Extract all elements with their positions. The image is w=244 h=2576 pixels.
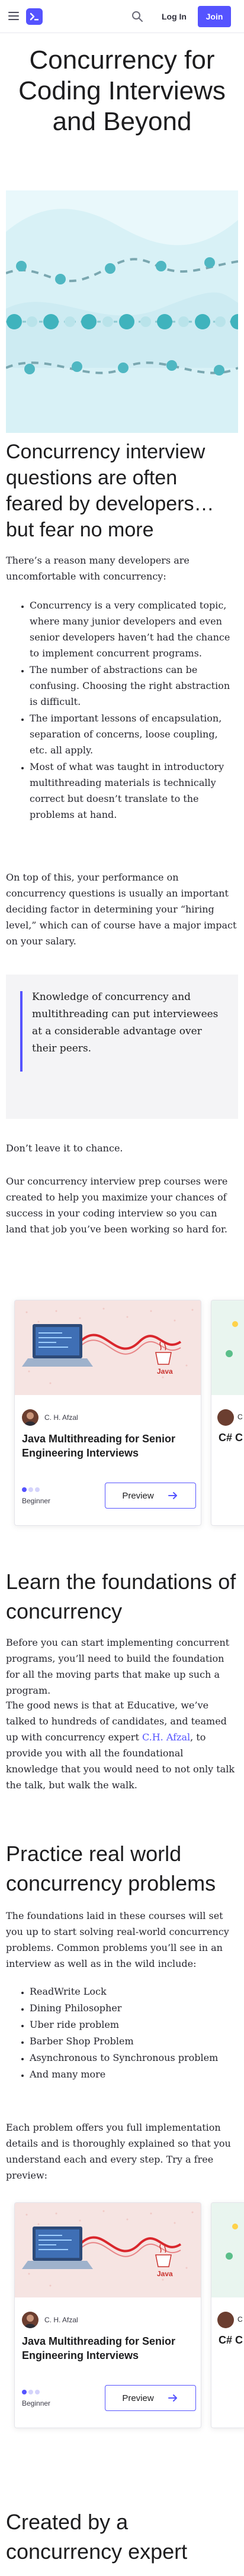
- list-item: Uber ride problem: [30, 2017, 238, 2033]
- course-thumbnail: [211, 2203, 244, 2297]
- course-thumbnail: Java: [15, 1300, 201, 1395]
- hero-illustration: [6, 190, 238, 433]
- level-indicator: [22, 1487, 40, 1492]
- course-thumbnail: [211, 1300, 244, 1395]
- peek-author-initial: C: [237, 2315, 243, 2323]
- list-item: ReadWrite Lock: [30, 1983, 238, 1999]
- list-item: Asynchronous to Synchronous problem: [30, 2050, 238, 2066]
- section-heading-expert: Created by a concurrency expert: [6, 2510, 188, 2564]
- peek-course-title: C# C: [219, 1432, 243, 1444]
- login-button[interactable]: Log In: [155, 7, 193, 26]
- peek-author-initial: C: [237, 1413, 243, 1421]
- search-icon[interactable]: [131, 11, 143, 22]
- avatar: [22, 1409, 38, 1426]
- top-nav: Log In Join: [0, 0, 244, 33]
- course-card[interactable]: Java C. H. Afzal Java Multithreading for…: [14, 1300, 201, 1526]
- avatar: [217, 2312, 234, 2328]
- preview-button[interactable]: Preview: [105, 1483, 196, 1509]
- course-author: C. H. Afzal: [22, 1409, 78, 1426]
- course-thumbnail: Java: [15, 2203, 201, 2297]
- join-button[interactable]: Join: [198, 6, 231, 27]
- list-item: Concurrency is a very complicated topic,…: [30, 597, 238, 661]
- list-item: Most of what was taught in introductory …: [30, 759, 238, 823]
- preview-button[interactable]: Preview: [105, 2385, 196, 2411]
- course-card[interactable]: Java C. H. Afzal Java Multithreading for…: [14, 2202, 201, 2428]
- list-item: The number of abstractions can be confus…: [30, 662, 238, 710]
- course-card-next[interactable]: C C# C: [211, 2202, 244, 2428]
- java-logo-text: Java: [157, 2270, 173, 2278]
- list-item: Barber Shop Problem: [30, 2033, 238, 2049]
- course-card-next[interactable]: C C# C: [211, 1300, 244, 1526]
- intro-paragraph: On top of this, your performance on conc…: [6, 872, 237, 947]
- preview-label: Preview: [122, 2393, 154, 2403]
- author-name[interactable]: C. H. Afzal: [44, 1413, 78, 1422]
- hamburger-menu-icon[interactable]: [8, 12, 19, 20]
- level-label: Beginner: [22, 1497, 51, 1505]
- educative-logo-icon[interactable]: [26, 8, 43, 25]
- peek-course-title: C# C: [219, 2334, 243, 2346]
- section-heading-foundations: Learn the foundations of concurrency: [6, 1569, 236, 1623]
- course-title[interactable]: Java Multithreading for Senior Engineeri…: [22, 1432, 197, 1460]
- section-heading-fear: Concurrency interview questions are ofte…: [6, 441, 214, 541]
- practice-paragraph: The foundations laid in these courses wi…: [6, 1910, 229, 1969]
- java-logo-text: Java: [157, 1367, 173, 1376]
- list-item: Dining Philosopher: [30, 2000, 238, 2016]
- arrow-right-icon: [168, 1492, 177, 1499]
- section-heading-practice: Practice real world concurrency problems: [6, 1842, 216, 1895]
- expert-link[interactable]: C.H. Afzal: [142, 1732, 190, 1743]
- course-author: C. H. Afzal: [22, 2312, 78, 2328]
- intro-paragraph: Don’t leave it to chance.: [6, 1143, 123, 1154]
- level-indicator: [22, 2390, 40, 2394]
- problems-list: ReadWrite Lock Dining Philosopher Uber r…: [6, 1983, 238, 2083]
- foundations-paragraph-expert: The good news is that at Educative, we’v…: [6, 1697, 238, 1793]
- intro-paragraph: Our concurrency interview prep courses w…: [6, 1176, 228, 1235]
- arrow-right-icon: [168, 2394, 177, 2402]
- practice-paragraph: Each problem offers you full implementat…: [6, 2122, 231, 2181]
- list-item: The important lessons of encapsulation, …: [30, 710, 238, 758]
- intro-lead: There’s a reason many developers are unc…: [6, 555, 190, 582]
- avatar: [217, 1409, 234, 1426]
- preview-label: Preview: [122, 1490, 154, 1501]
- foundations-paragraph: Before you can start implementing concur…: [6, 1637, 230, 1696]
- list-item: And many more: [30, 2066, 238, 2082]
- course-title[interactable]: Java Multithreading for Senior Engineeri…: [22, 2334, 197, 2363]
- author-name[interactable]: C. H. Afzal: [44, 2316, 78, 2324]
- concurrency-problems-list: Concurrency is a very complicated topic,…: [6, 597, 238, 823]
- level-label: Beginner: [22, 2399, 51, 2407]
- quote-text: Knowledge of concurrency and multithread…: [32, 991, 219, 1054]
- page-title: Concurrency for Coding Interviews and Be…: [18, 46, 226, 136]
- blockquote: Knowledge of concurrency and multithread…: [6, 975, 238, 1119]
- quote-accent-bar: [20, 991, 23, 1072]
- avatar: [22, 2312, 38, 2328]
